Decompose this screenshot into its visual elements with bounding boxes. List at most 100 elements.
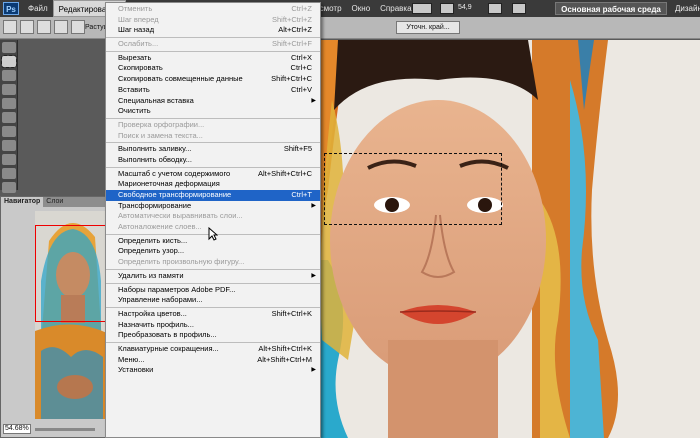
edit-menu-item[interactable]: Клавиатурные сокращения... Alt+Shift+Ctrl… bbox=[106, 344, 320, 355]
menu-item-shortcut: Shift+Ctrl+C bbox=[271, 74, 312, 84]
edit-menu-item[interactable]: Настройка цветов... Shift+Ctrl+K bbox=[106, 309, 320, 320]
menu-section: Отменить Ctrl+Z Шаг вперед Shift+Ctrl+Z Шаг … bbox=[106, 3, 320, 39]
marquee-preset-icon[interactable] bbox=[3, 20, 17, 34]
menu-window[interactable]: Окно bbox=[347, 0, 376, 17]
tools-panel bbox=[0, 40, 18, 193]
edit-menu-item[interactable]: Скопировать совмещенные данные Shift+Ctrl… bbox=[106, 74, 320, 85]
menu-item-shortcut: Alt+Shift+Ctrl+K bbox=[258, 343, 312, 353]
workspace-design-tab[interactable]: Дизайн bbox=[675, 0, 700, 17]
edit-menu-item[interactable]: Удалить из памяти ▶ bbox=[106, 271, 320, 282]
selection-mode-group bbox=[3, 20, 85, 34]
menu-item-label: Шаг назад bbox=[118, 25, 155, 35]
edit-menu-item[interactable]: Преобразовать в профиль... bbox=[106, 330, 320, 341]
brush-tool-icon[interactable] bbox=[2, 140, 16, 151]
edit-menu-item[interactable]: Назначить профиль... bbox=[106, 320, 320, 331]
submenu-arrow-icon: ▶ bbox=[311, 202, 316, 209]
zoom-tool-switch[interactable] bbox=[440, 3, 454, 14]
tab-navigator[interactable]: Навигатор bbox=[1, 197, 44, 207]
subtract-selection-icon[interactable] bbox=[54, 20, 68, 34]
edit-dropdown-menu: Отменить Ctrl+Z Шаг вперед Shift+Ctrl+Z Шаг … bbox=[105, 2, 321, 438]
edit-menu-item[interactable]: Специальная вставка ▶ bbox=[106, 96, 320, 107]
rectangular-marquee-icon[interactable] bbox=[1, 55, 17, 68]
zoom-value[interactable]: 54,9 bbox=[458, 4, 472, 11]
healing-brush-icon[interactable] bbox=[2, 126, 16, 137]
menu-item-shortcut: Ctrl+Z bbox=[291, 4, 312, 13]
menu-item-shortcut: Ctrl+X bbox=[290, 52, 312, 62]
eyedropper-icon[interactable] bbox=[2, 112, 16, 123]
menu-item-label: Вырезать bbox=[118, 52, 152, 62]
menu-item-label: Скопировать совмещенные данные bbox=[118, 74, 243, 84]
photoshop-logo-icon: Ps bbox=[3, 2, 19, 15]
clone-stamp-icon[interactable] bbox=[2, 154, 16, 165]
menu-item-label: Автоматически выравнивать слои... bbox=[118, 211, 243, 221]
view-extras-control[interactable] bbox=[488, 3, 502, 14]
workspace-switcher-button[interactable]: Основная рабочая среда bbox=[555, 2, 667, 15]
navigator-view-box[interactable] bbox=[35, 225, 108, 322]
edit-menu-item: Проверка орфографии... bbox=[106, 120, 320, 131]
edit-menu-item[interactable]: Трансформирование ▶ bbox=[106, 201, 320, 212]
menu-item-label: Настройка цветов... bbox=[118, 308, 187, 318]
menu-item-label: Управление наборами... bbox=[118, 295, 203, 305]
edit-menu-item[interactable]: Скопировать Ctrl+C bbox=[106, 63, 320, 74]
intersect-selection-icon[interactable] bbox=[71, 20, 85, 34]
eraser-tool-icon[interactable] bbox=[2, 182, 16, 193]
rotate-view-control[interactable] bbox=[512, 3, 526, 14]
tab-layers[interactable]: Слои bbox=[43, 197, 66, 207]
menu-section: Масштаб с учетом содержимого Alt+Shift+Ct… bbox=[106, 168, 320, 235]
edit-menu-item[interactable]: Масштаб с учетом содержимого Alt+Shift+Ct… bbox=[106, 169, 320, 180]
menu-item-label: Скопировать bbox=[118, 63, 163, 73]
menu-item-shortcut: Alt+Ctrl+Z bbox=[278, 25, 312, 35]
menu-item-shortcut: Alt+Shift+Ctrl+M bbox=[257, 354, 312, 364]
quick-selection-icon[interactable] bbox=[2, 84, 16, 95]
navigator-zoom-slider[interactable] bbox=[35, 428, 95, 431]
menu-item-label: Автоналожение слоев... bbox=[118, 222, 202, 232]
edit-menu-item[interactable]: Установки ▶ bbox=[106, 365, 320, 376]
menu-item-label: Клавиатурные сокращения... bbox=[118, 343, 219, 353]
lasso-tool-icon[interactable] bbox=[2, 70, 16, 81]
edit-menu-item[interactable]: Управление наборами... bbox=[106, 295, 320, 306]
crop-tool-icon[interactable] bbox=[2, 98, 16, 109]
edit-menu-item[interactable]: Очистить bbox=[106, 106, 320, 117]
submenu-arrow-icon: ▶ bbox=[311, 97, 316, 104]
menu-item-shortcut: Ctrl+C bbox=[290, 63, 312, 73]
menu-item-label: Наборы параметров Adobe PDF... bbox=[118, 284, 236, 294]
menu-item-label: Назначить профиль... bbox=[118, 319, 194, 329]
menu-section: Выполнить заливку... Shift+F5 Выполнить об… bbox=[106, 143, 320, 168]
navigator-zoom-field[interactable]: 54.68% bbox=[3, 424, 31, 434]
menu-section: Вырезать Ctrl+X Скопировать Ctrl+C Скопирова… bbox=[106, 52, 320, 119]
menu-item-label: Свободное трансформирование bbox=[118, 190, 232, 199]
hand-tool-switch[interactable] bbox=[412, 3, 432, 14]
menu-item-label: Вставить bbox=[118, 84, 150, 94]
move-tool-icon[interactable] bbox=[2, 42, 16, 53]
menu-item-shortcut: Shift+Ctrl+F bbox=[271, 39, 312, 49]
menu-item-label: Масштаб с учетом содержимого bbox=[118, 168, 231, 178]
menu-item-label: Выполнить обводку... bbox=[118, 154, 192, 164]
new-selection-icon[interactable] bbox=[20, 20, 34, 34]
edit-menu-item[interactable]: Вырезать Ctrl+X bbox=[106, 53, 320, 64]
menu-item-label: Определить кисть... bbox=[118, 235, 188, 245]
refine-edge-button[interactable]: Уточн. край... bbox=[396, 21, 460, 34]
edit-menu-item[interactable]: Шаг назад Alt+Ctrl+Z bbox=[106, 25, 320, 36]
menu-item-label: Определить узор... bbox=[118, 246, 185, 256]
edit-menu-item[interactable]: Наборы параметров Adobe PDF... bbox=[106, 285, 320, 296]
menu-help[interactable]: Справка bbox=[375, 0, 416, 17]
edit-menu-item[interactable]: Выполнить заливку... Shift+F5 bbox=[106, 144, 320, 155]
menu-file[interactable]: Файл bbox=[23, 0, 53, 17]
menu-item-label: Трансформирование bbox=[118, 200, 192, 210]
edit-menu-item[interactable]: Выполнить обводку... bbox=[106, 155, 320, 166]
menu-item-label: Установки bbox=[118, 365, 154, 375]
edit-menu-item: Шаг вперед Shift+Ctrl+Z bbox=[106, 15, 320, 26]
menu-item-label: Специальная вставка bbox=[118, 95, 194, 105]
history-brush-icon[interactable] bbox=[2, 168, 16, 179]
edit-menu-item[interactable]: Марионеточная деформация bbox=[106, 179, 320, 190]
menu-item-shortcut: Alt+Shift+Ctrl+C bbox=[258, 168, 312, 178]
edit-menu-item[interactable]: Определить узор... bbox=[106, 246, 320, 257]
add-selection-icon[interactable] bbox=[37, 20, 51, 34]
edit-menu-item[interactable]: Свободное трансформирование Ctrl+T bbox=[106, 190, 320, 201]
edit-menu-item[interactable]: Меню... Alt+Shift+Ctrl+M bbox=[106, 355, 320, 366]
menu-item-label: Меню... bbox=[118, 354, 145, 364]
submenu-arrow-icon: ▶ bbox=[311, 367, 316, 374]
menu-item-label: Отменить bbox=[118, 4, 153, 13]
edit-menu-item[interactable]: Вставить Ctrl+V bbox=[106, 85, 320, 96]
rectangular-selection-marquee[interactable] bbox=[324, 153, 502, 225]
